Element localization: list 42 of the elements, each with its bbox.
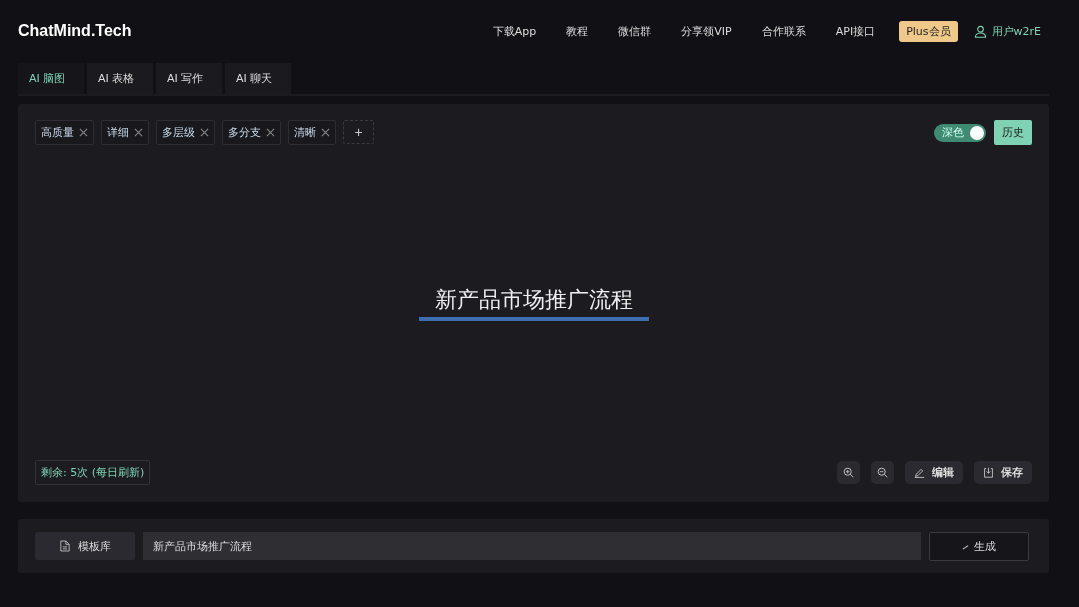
close-icon[interactable] <box>321 128 330 137</box>
user-link[interactable]: 用户w2rE <box>991 23 1041 39</box>
topic-input[interactable]: 新产品市场推广流程 <box>143 532 921 560</box>
generate-button[interactable]: 生成 <box>929 531 1029 561</box>
site-logo[interactable]: ChatMind.Tech <box>18 22 132 40</box>
line-icon <box>962 542 969 550</box>
document-icon <box>59 540 70 552</box>
mindmap-root-node[interactable]: 新产品市场推广流程 <box>418 284 649 321</box>
edit-button[interactable]: 编辑 <box>905 461 963 484</box>
tag-label: 清晰 <box>294 125 316 140</box>
zoom-out-icon <box>877 467 888 478</box>
tab[interactable]: AI 脑图 <box>18 63 84 94</box>
tag-label: 多层级 <box>162 125 195 140</box>
tab[interactable]: AI 聊天 <box>225 63 291 94</box>
nav-link[interactable]: API接口 <box>835 23 876 39</box>
nav-link[interactable]: 微信群 <box>618 23 652 39</box>
nav-link[interactable]: 教程 <box>566 23 589 39</box>
close-icon[interactable] <box>200 128 209 137</box>
save-button[interactable]: 保存 <box>974 461 1032 484</box>
close-icon[interactable] <box>266 128 275 137</box>
tag-label: 高质量 <box>41 125 74 140</box>
tag-label: 多分支 <box>228 125 261 140</box>
history-button[interactable]: 历史 <box>994 120 1032 145</box>
zoom-out-button[interactable] <box>871 461 894 484</box>
theme-toggle[interactable]: 深色 <box>934 123 986 142</box>
template-library-button[interactable]: 模板库 <box>35 532 135 560</box>
close-icon[interactable] <box>79 128 88 137</box>
zoom-in-icon <box>843 467 854 478</box>
close-icon[interactable] <box>134 128 143 137</box>
nav-link[interactable]: 合作联系 <box>761 23 806 39</box>
tab[interactable]: AI 写作 <box>156 63 222 94</box>
quota-label: 剩余: 5次 (每日刷新) <box>35 460 151 485</box>
tag-label: 详细 <box>107 125 129 140</box>
tab[interactable]: AI 表格 <box>87 63 153 94</box>
zoom-in-button[interactable] <box>837 461 860 484</box>
plus-member-button[interactable]: Plus会员 <box>899 20 958 42</box>
add-tag-button[interactable]: + <box>343 120 374 144</box>
nav-link[interactable]: 下载App <box>492 23 537 39</box>
download-icon <box>983 467 994 478</box>
nav-link[interactable]: 分享领VIP <box>681 23 732 39</box>
user-icon <box>973 24 987 38</box>
pencil-icon <box>914 467 925 478</box>
